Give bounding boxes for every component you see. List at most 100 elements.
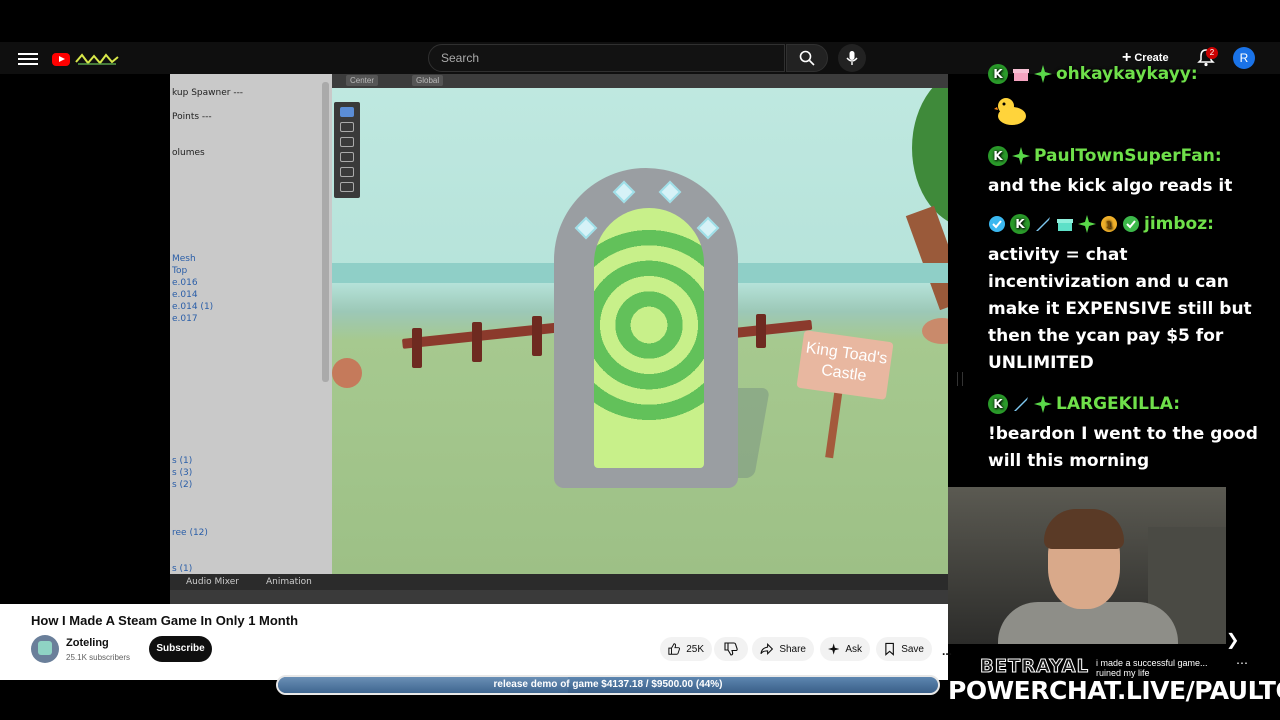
share-icon	[760, 642, 774, 656]
castle-sign: King Toad's Castle	[796, 330, 894, 400]
text-cursor-icon	[957, 372, 963, 386]
editor-bottom-strip	[170, 590, 948, 604]
thumbs-down-icon	[724, 642, 738, 656]
chat-message-text: and the kick algo reads it	[988, 176, 1233, 196]
subscriber-count: 25.1K subscribers	[66, 653, 131, 662]
microphone-icon	[846, 51, 858, 65]
sword-badge-icon	[1014, 397, 1028, 411]
transform-tools	[334, 102, 360, 198]
kick-badge-icon: K	[988, 64, 1008, 84]
channel-name[interactable]: Zoteling	[66, 637, 109, 649]
verified-badge-icon	[989, 216, 1005, 232]
scale-tool-icon	[340, 152, 354, 162]
hierarchy-item: Mesh	[172, 254, 196, 264]
hierarchy-scrollbar	[322, 82, 329, 382]
chat-message-text: !beardon I went to the good will this mo…	[988, 424, 1258, 471]
transform-tool-icon	[340, 182, 354, 192]
portal-swirl	[594, 208, 704, 468]
save-button[interactable]: Save	[876, 637, 932, 661]
mushroom-right	[922, 318, 948, 344]
hierarchy-item: e.017	[172, 314, 198, 324]
sparkle-badge-icon	[1078, 215, 1096, 233]
audio-mixer-tab: Audio Mixer	[186, 577, 239, 587]
hierarchy-item: s (1)	[172, 456, 193, 466]
sparkle-badge-icon	[1034, 395, 1052, 413]
share-button[interactable]: Share	[752, 637, 814, 661]
voice-search-button[interactable]	[838, 44, 866, 72]
move-tool-icon	[340, 122, 354, 132]
chat-username: LARGEKILLA:	[1056, 394, 1181, 414]
webcam-feed	[948, 487, 1226, 644]
thumbs-up-icon	[668, 643, 680, 655]
share-label: Share	[779, 643, 806, 655]
hierarchy-item: olumes	[172, 148, 205, 158]
notification-count-badge: 2	[1206, 47, 1218, 59]
ask-button[interactable]: Ask	[820, 637, 870, 661]
tier-badge-icon: 1	[1101, 216, 1117, 232]
hierarchy-panel: kup Spawner --- Points --- olumes Mesh Top e.…	[170, 74, 332, 574]
menu-icon[interactable]	[18, 50, 38, 66]
chat-username: ohkaykaykayy:	[1056, 64, 1198, 84]
sparkle-badge-icon	[1012, 147, 1030, 165]
sparkle-badge-icon	[1034, 65, 1052, 83]
fence-right	[731, 319, 813, 339]
scene-toolbar: Center Global	[332, 74, 948, 88]
hierarchy-item: Points ---	[172, 112, 212, 122]
pivot-center-toggle: Center	[346, 75, 379, 86]
rect-tool-icon	[340, 167, 354, 177]
sign-post	[825, 387, 843, 459]
duck-emote-icon	[994, 98, 1026, 125]
kick-badge-icon: K	[1010, 214, 1030, 234]
chat-username: jimboz:	[1144, 214, 1214, 234]
editor-bottom-tabs: Audio Mixer Animation	[170, 574, 948, 590]
check-badge-icon	[1123, 216, 1139, 232]
youtube-logo[interactable]	[52, 50, 122, 68]
fence-left	[401, 321, 573, 349]
alert-more-icon[interactable]: ⋯	[1236, 656, 1248, 670]
alert-banner: BETRAYAL i made a successful game... rui…	[979, 656, 1260, 679]
channel-avatar[interactable]	[31, 635, 59, 663]
hierarchy-item: s (1)	[172, 564, 193, 574]
hierarchy-item: s (2)	[172, 480, 193, 490]
youtube-play-icon	[52, 52, 70, 66]
subscribe-button[interactable]: Subscribe	[149, 636, 212, 662]
more-actions-button[interactable]: ...	[942, 644, 952, 658]
portal	[554, 168, 738, 488]
doodle-logo-icon	[75, 53, 119, 65]
donation-goal-bar: release demo of game $4137.18 / $9500.00…	[276, 675, 940, 695]
hierarchy-item: Top	[172, 266, 188, 276]
kick-badge-icon: K	[988, 146, 1008, 166]
goal-label: release demo of game $4137.18 / $9500.00…	[493, 679, 723, 690]
video-info: How I Made A Steam Game In Only 1 Month …	[0, 604, 952, 680]
scene-view: King Toad's Castle	[332, 88, 948, 574]
gift-badge-icon	[1057, 219, 1073, 231]
kick-badge-icon: K	[988, 394, 1008, 414]
fence-post	[412, 328, 422, 368]
search-input[interactable]: Search	[428, 44, 785, 72]
global-toggle: Global	[412, 75, 444, 86]
like-button[interactable]: 25K	[660, 637, 712, 661]
gift-badge-icon	[1013, 69, 1029, 81]
svg-text:1: 1	[1106, 220, 1113, 231]
hierarchy-item: e.014	[172, 290, 198, 300]
sword-badge-icon	[1036, 217, 1050, 231]
video-player[interactable]: kup Spawner --- Points --- olumes Mesh Top e.…	[0, 74, 948, 604]
chat-message-header: K 1 jimboz:	[988, 214, 1214, 234]
search-icon	[799, 50, 815, 66]
dislike-button[interactable]	[714, 637, 748, 661]
search-button[interactable]	[786, 44, 828, 72]
chat-username: PaulTownSuperFan:	[1034, 146, 1222, 166]
chat-message-header: K LARGEKILLA:	[988, 394, 1180, 414]
hierarchy-item: e.016	[172, 278, 198, 288]
fence-post	[472, 322, 482, 362]
chevron-right-icon[interactable]: ❯	[1226, 630, 1239, 650]
sparkle-icon	[828, 643, 840, 655]
video-left-area	[0, 74, 170, 604]
chat-message-header: Kohkaykaykayy:	[988, 64, 1198, 84]
ask-label: Ask	[845, 643, 862, 655]
hierarchy-item: ree (12)	[172, 528, 208, 538]
mushroom	[332, 358, 362, 388]
account-avatar[interactable]: R	[1233, 47, 1255, 69]
hierarchy-item: s (3)	[172, 468, 193, 478]
hand-tool-icon	[340, 107, 354, 117]
